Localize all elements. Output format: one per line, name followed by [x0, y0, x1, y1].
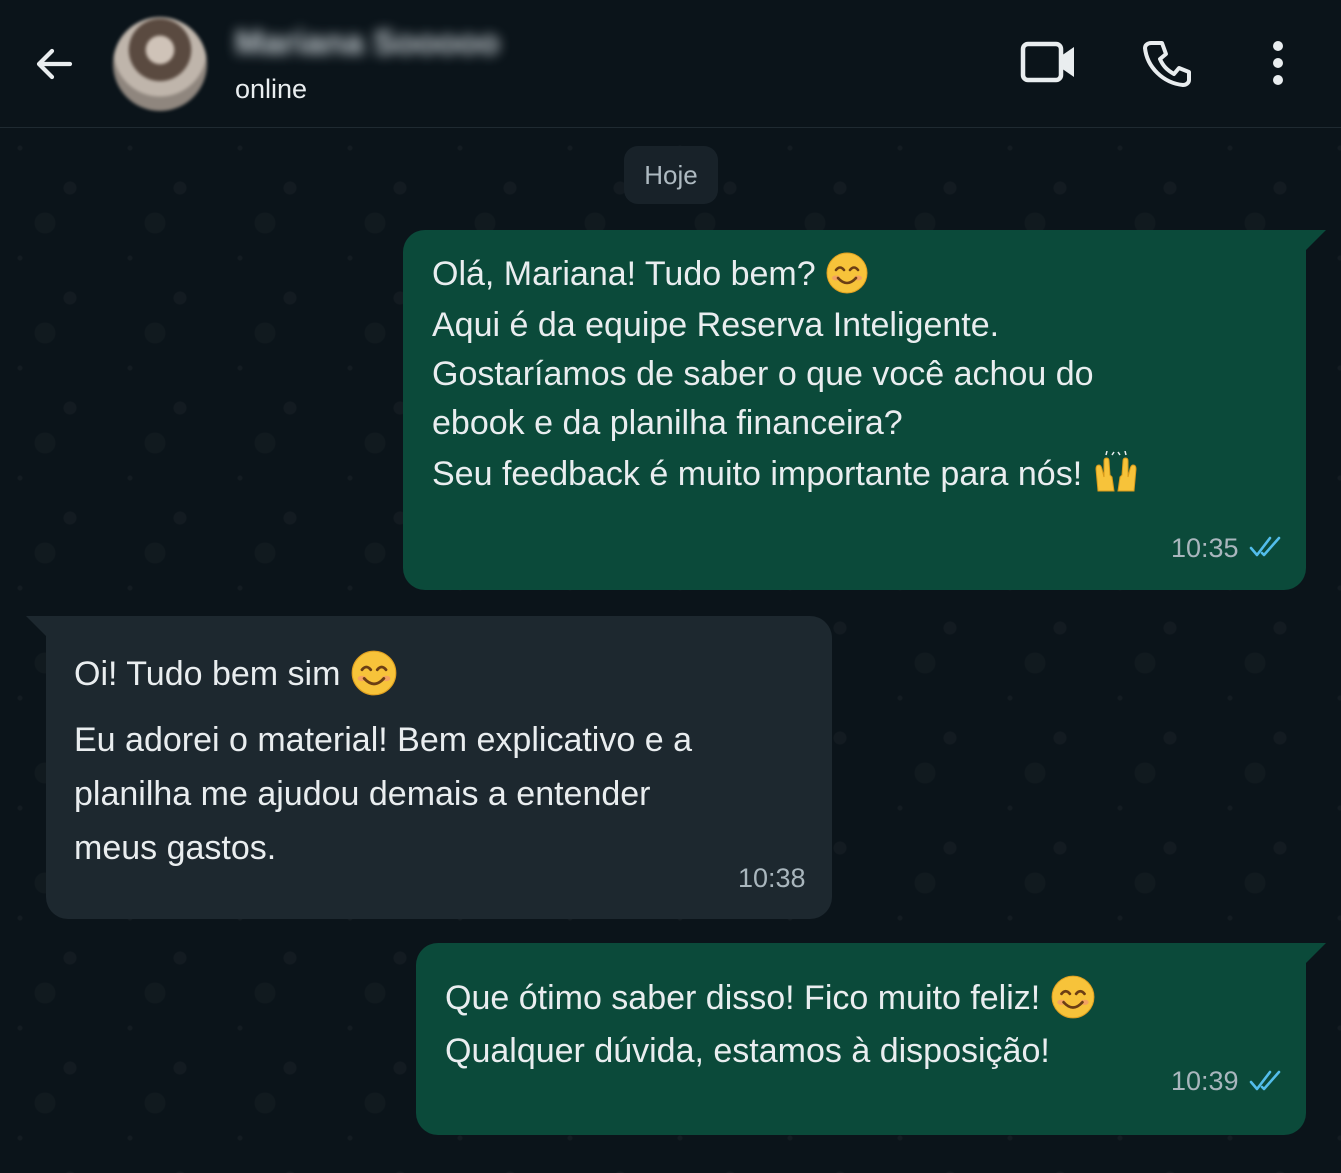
message-text: Seu feedback é muito importante para nós…: [432, 454, 1083, 493]
smiling-face-emoji: [826, 252, 868, 294]
message-text: Que ótimo saber disso! Fico muito feliz!: [445, 978, 1041, 1017]
chat-header: Mariana Sooooo online: [0, 0, 1341, 128]
smiling-face-emoji: [1051, 975, 1095, 1019]
message-bubble-outgoing[interactable]: Olá, Mariana! Tudo bem? Aqui é da equipe…: [403, 230, 1326, 590]
raising-hands-emoji: [1095, 451, 1137, 492]
message-bubble-incoming[interactable]: Oi! Tudo bem sim Eu adorei o material! B…: [26, 616, 832, 919]
chat-screen: Mariana Sooooo online Hoje Olá, Mariana!…: [0, 0, 1341, 1173]
message-text: Eu adorei o material! Bem explicativo e …: [74, 721, 692, 759]
date-separator: Hoje: [624, 146, 718, 204]
message-text: Qualquer dúvida, estamos à disposição!: [445, 1032, 1050, 1070]
avatar[interactable]: [113, 17, 207, 111]
smiling-face-emoji: [351, 650, 397, 696]
message-time: 10:38: [738, 863, 806, 893]
more-vertical-icon[interactable]: [1262, 40, 1294, 86]
contact-status: online: [235, 74, 308, 104]
message-bubble-outgoing[interactable]: Que ótimo saber disso! Fico muito feliz!…: [416, 943, 1326, 1135]
message-time: 10:35: [1171, 533, 1239, 563]
video-camera-icon[interactable]: [1018, 38, 1078, 86]
message-text: planilha me ajudou demais a entender: [74, 775, 651, 813]
double-check-icon: [1249, 1070, 1281, 1091]
double-check-icon: [1249, 536, 1281, 557]
phone-icon[interactable]: [1142, 38, 1192, 88]
message-text: ebook e da planilha financeira?: [432, 404, 903, 442]
message-text: Oi! Tudo bem sim: [74, 654, 341, 693]
message-text: meus gastos.: [74, 829, 277, 867]
message-text: Aqui é da equipe Reserva Inteligente.: [432, 306, 1000, 344]
message-text: Olá, Mariana! Tudo bem?: [432, 254, 816, 293]
arrow-left-icon[interactable]: [30, 40, 78, 88]
contact-name[interactable]: Mariana Sooooo: [235, 24, 499, 63]
message-text: Gostaríamos de saber o que você achou do: [432, 355, 1094, 393]
message-time: 10:39: [1171, 1066, 1239, 1096]
